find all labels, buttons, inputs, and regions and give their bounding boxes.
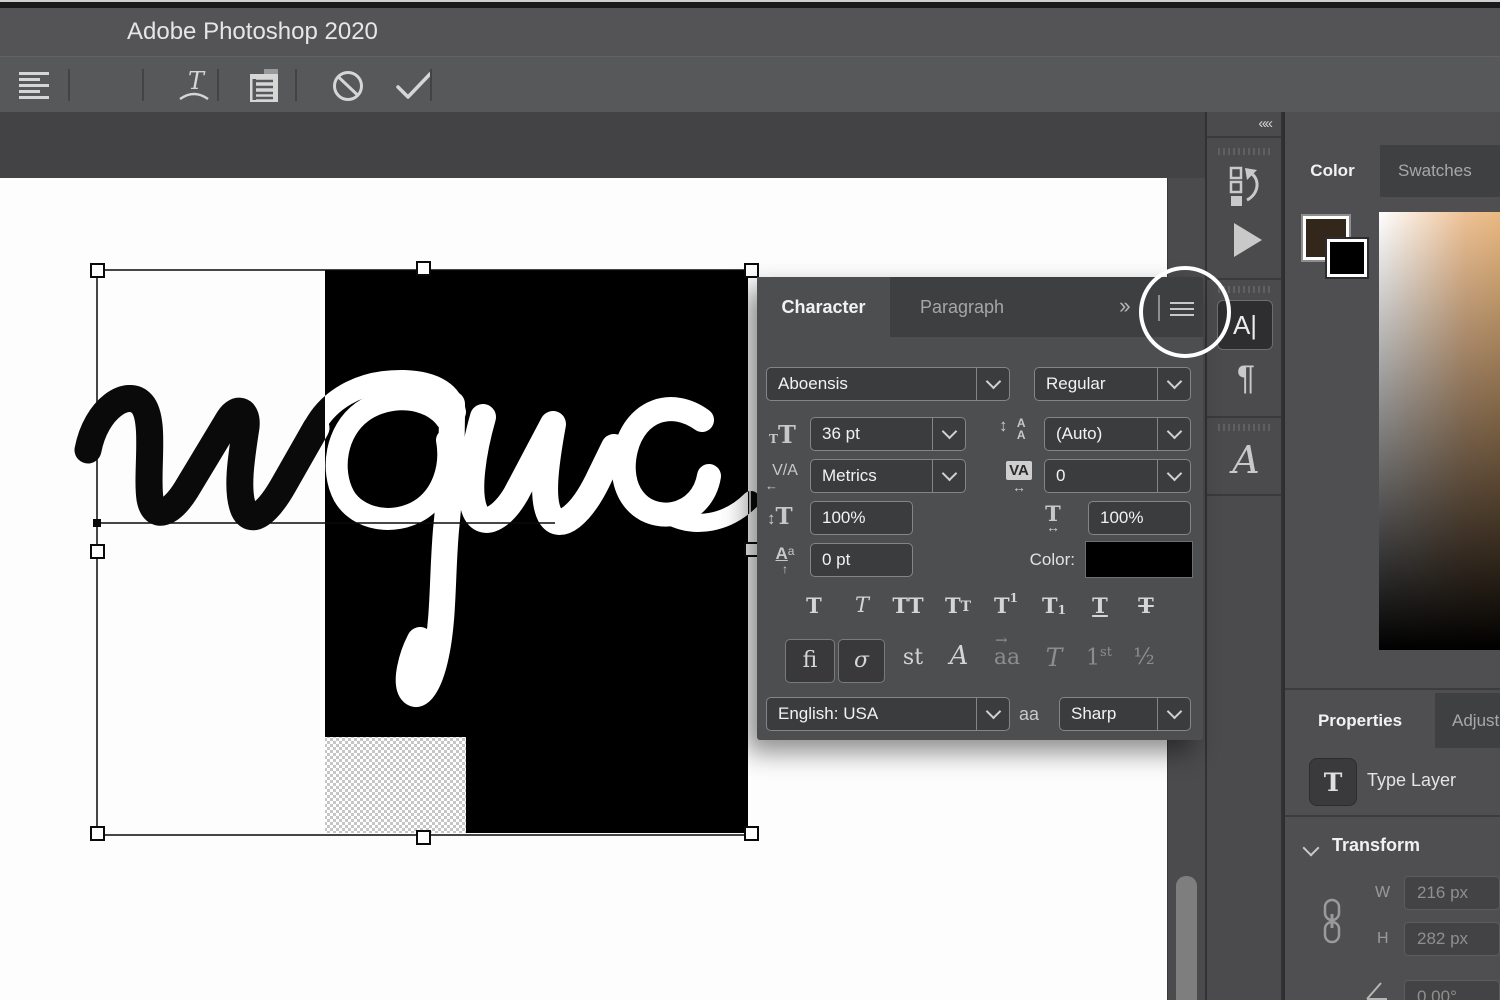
anti-alias-select[interactable]: Sharp xyxy=(1059,697,1191,731)
small-caps-button[interactable]: TT xyxy=(937,593,979,625)
width-label: W xyxy=(1375,884,1390,902)
tab-color[interactable]: Color xyxy=(1285,145,1380,197)
font-family-select[interactable]: Aboensis xyxy=(766,367,1010,401)
color-picker-gradient[interactable] xyxy=(1379,212,1500,650)
language-select[interactable]: English: USA xyxy=(766,697,1010,731)
tab-properties[interactable]: Properties xyxy=(1285,693,1435,748)
properties-tabbar: Properties Adjustments xyxy=(1285,693,1500,748)
strikethrough-button[interactable]: T xyxy=(1125,593,1167,625)
tracking-icon[interactable]: VA ↔ xyxy=(1000,461,1038,494)
chevron-down-icon[interactable] xyxy=(976,698,1009,730)
titling-alternates-button: T xyxy=(1039,643,1069,672)
fractions-button: ½ xyxy=(1127,645,1161,670)
horizontal-scale-icon: T ↔ xyxy=(1038,503,1068,534)
tab-swatches[interactable]: Swatches xyxy=(1398,145,1500,197)
font-style-select[interactable]: Regular xyxy=(1034,367,1191,401)
character-panel-tabbar: Character Paragraph ›› xyxy=(757,277,1203,337)
underline-button[interactable]: T xyxy=(1079,593,1121,625)
chevron-down-icon[interactable] xyxy=(1157,368,1190,400)
actions-play-icon[interactable] xyxy=(1233,222,1263,258)
width-field[interactable]: 216 px xyxy=(1404,876,1500,910)
vertical-scrollbar[interactable] xyxy=(1176,876,1197,1000)
ordinals-button: 1st xyxy=(1079,645,1119,670)
font-size-icon: TT xyxy=(769,423,796,447)
vertical-scale-icon: ↕T xyxy=(767,505,793,528)
ligatures-button[interactable]: fi xyxy=(785,639,835,683)
chevron-down-icon[interactable] xyxy=(932,460,965,492)
highlight-circle-annotation xyxy=(1139,266,1231,358)
panel-collapse-icon[interactable]: ›› xyxy=(1119,277,1128,337)
baseline-shift-icon: Aa ↑ xyxy=(765,545,805,575)
font-size-select[interactable]: 36 pt xyxy=(810,417,966,451)
paragraph-panel-icon[interactable]: ¶ xyxy=(1229,358,1263,398)
link-dimensions-icon[interactable] xyxy=(1321,898,1343,949)
contextual-alternates-button[interactable]: σ xyxy=(838,639,885,683)
transparency-checker xyxy=(325,737,466,833)
window-title: Adobe Photoshop 2020 xyxy=(127,8,378,56)
color-label: Color: xyxy=(1009,550,1075,570)
vertical-scale-field[interactable]: 100% xyxy=(810,501,913,535)
all-caps-button[interactable]: TT xyxy=(887,593,929,625)
chevron-down-icon[interactable] xyxy=(1157,460,1190,492)
faux-bold-button[interactable]: T xyxy=(793,593,835,625)
chevron-down-icon[interactable] xyxy=(1157,698,1190,730)
swash-button[interactable]: A xyxy=(941,641,977,671)
tracking-select[interactable]: 0 xyxy=(1044,459,1191,493)
type-layer-icon: T xyxy=(1309,758,1357,806)
svg-text:T: T xyxy=(188,67,206,95)
height-field[interactable]: 282 px xyxy=(1404,922,1500,956)
leading-icon: ↕ AA xyxy=(999,417,1035,443)
tab-adjustments[interactable]: Adjustments xyxy=(1450,693,1500,748)
angle-field[interactable]: 0.00° xyxy=(1404,980,1500,1000)
dock-grip[interactable] xyxy=(1218,424,1270,431)
dock-grip[interactable] xyxy=(1218,148,1270,155)
photoshop-window: Adobe Photoshop 2020 T xyxy=(0,0,1500,1000)
baseline-shift-field[interactable]: 0 pt xyxy=(810,543,913,577)
background-color-swatch[interactable] xyxy=(1327,239,1367,277)
height-label: H xyxy=(1377,930,1389,948)
chevron-down-icon[interactable] xyxy=(932,418,965,450)
kerning-select[interactable]: Metrics xyxy=(810,459,966,493)
stylistic-alternates-button: → aa xyxy=(985,645,1029,670)
transform-section-title[interactable]: Transform xyxy=(1332,835,1420,856)
rotate-angle-icon xyxy=(1365,980,1389,1000)
faux-italic-button[interactable]: T xyxy=(841,593,883,625)
chevron-down-icon[interactable] xyxy=(976,368,1009,400)
paragraph-align-icon[interactable] xyxy=(19,70,51,100)
tab-character[interactable]: Character xyxy=(757,277,890,337)
chevron-down-icon[interactable] xyxy=(1157,418,1190,450)
right-panel-column: Color Swatches Properties Adjustments T … xyxy=(1283,112,1500,1000)
panel-dock-strip: «« A| ¶ A xyxy=(1205,112,1283,1000)
commit-check-icon[interactable] xyxy=(394,71,434,101)
toggle-panels-icon[interactable] xyxy=(244,68,286,104)
character-panel: Character Paragraph ›› Aboensis Regular … xyxy=(757,277,1203,740)
options-bar: T xyxy=(0,56,1500,112)
anti-alias-icon: aa xyxy=(1019,705,1039,723)
subscript-button[interactable]: T1 xyxy=(1033,593,1075,625)
tab-paragraph[interactable]: Paragraph xyxy=(907,277,1017,337)
kerning-icon: V/A ← xyxy=(765,463,805,492)
text-color-swatch-field[interactable] xyxy=(1085,541,1193,578)
discretionary-ligatures-button[interactable]: st xyxy=(895,645,931,670)
layer-type-label: Type Layer xyxy=(1367,770,1456,791)
history-icon[interactable] xyxy=(1227,166,1265,206)
glyphs-panel-icon[interactable]: A xyxy=(1227,438,1265,482)
cancel-icon[interactable] xyxy=(330,69,366,103)
warp-text-icon[interactable]: T xyxy=(168,67,220,105)
color-tabbar: Color Swatches xyxy=(1285,145,1500,197)
leading-select[interactable]: (Auto) xyxy=(1044,417,1191,451)
horizontal-scale-field[interactable]: 100% xyxy=(1088,501,1191,535)
transform-collapse-icon[interactable] xyxy=(1305,842,1317,854)
collapse-panels-button[interactable]: «« xyxy=(1207,112,1281,138)
superscript-button[interactable]: T1 xyxy=(985,593,1027,625)
